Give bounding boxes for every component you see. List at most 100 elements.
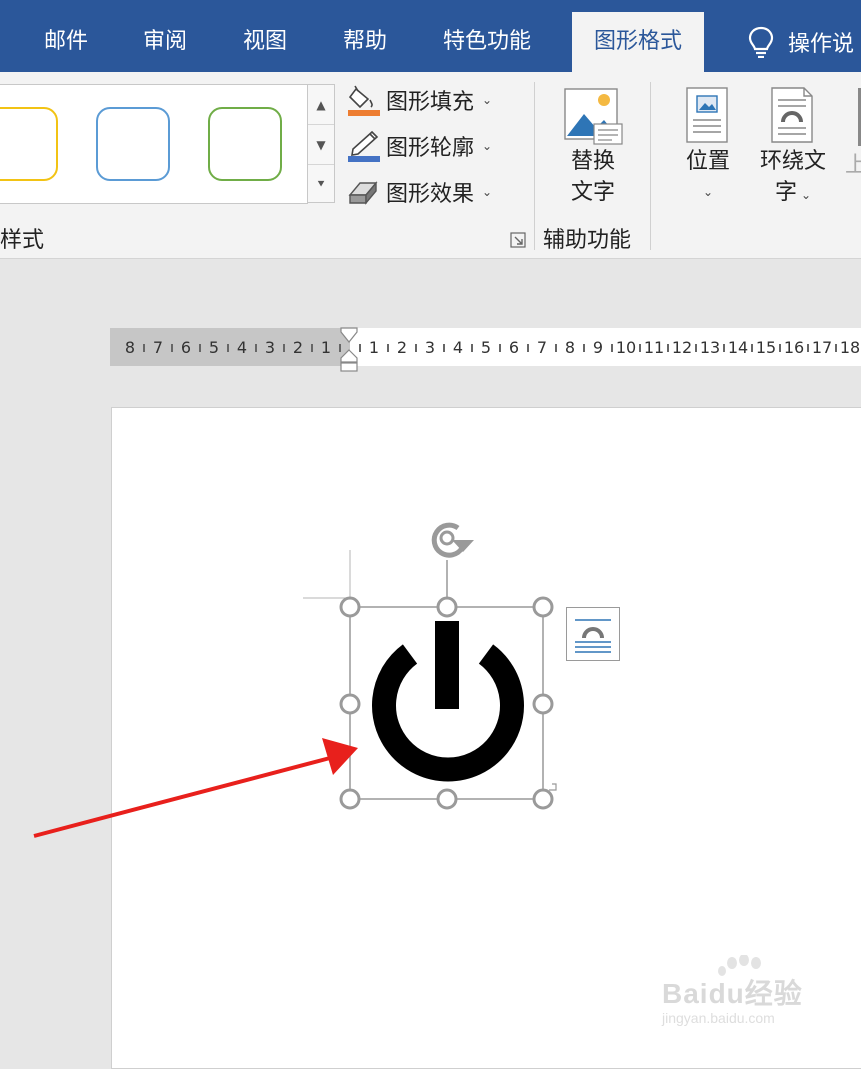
shape-style-swatch[interactable] <box>96 107 170 181</box>
resize-handle-left[interactable] <box>339 693 361 715</box>
ruler-number: 6 <box>180 338 192 357</box>
resize-handle-bottom[interactable] <box>436 788 458 810</box>
position-label: 位置 <box>685 149 730 174</box>
ruler-number: 12 <box>671 338 693 357</box>
ruler-number: 7 <box>536 338 548 357</box>
ruler-tick <box>835 344 837 352</box>
resize-handle-bottom-left[interactable] <box>339 788 361 810</box>
layout-options-icon[interactable] <box>566 607 620 661</box>
ruler-tick <box>611 344 613 352</box>
alt-text-icon <box>564 88 623 145</box>
ruler-number: 11 <box>643 338 665 357</box>
ruler-number: 3 <box>424 338 436 357</box>
ribbon-panel: ▲ ▼ ⯆ 图形填充 ⌄ 图形轮廓 ⌄ 图形效果 ⌄ 样式 替换 文字 辅助功能… <box>0 72 861 259</box>
alt-text-label-line2: 文字 <box>570 180 615 205</box>
resize-handle-top-left[interactable] <box>339 596 361 618</box>
shape-style-swatch[interactable] <box>208 107 282 181</box>
group-divider <box>534 82 535 250</box>
pen-outline-icon <box>348 130 380 162</box>
chevron-down-icon: ⌄ <box>482 93 493 107</box>
ruler-number: 1 <box>320 338 332 357</box>
resize-handle-top[interactable] <box>436 596 458 618</box>
ruler-number: 2 <box>396 338 408 357</box>
resize-handle-top-right[interactable] <box>532 596 554 618</box>
wrap-text-label-line2: 字 ⌄ <box>774 180 812 205</box>
ruler-tick <box>555 344 557 352</box>
tab-shape-format[interactable]: 图形格式 <box>572 0 705 72</box>
horizontal-ruler[interactable]: 8 7 6 5 4 3 2 1 1 2 3 4 5 6 7 8 9 10 11 12 13 14 15 16 17 18 <box>110 328 861 366</box>
chevron-down-icon: ⌄ <box>482 139 493 153</box>
ruler-number: 7 <box>152 338 164 357</box>
wrap-text-button[interactable]: 环绕文 字 ⌄ <box>756 86 830 211</box>
ruler-number: 9 <box>592 338 604 357</box>
ruler-tick <box>695 344 697 352</box>
indent-marker[interactable] <box>340 326 358 372</box>
gallery-scroll-down[interactable]: ▼ <box>308 125 334 165</box>
resize-handle-right[interactable] <box>532 693 554 715</box>
ruler-number: 4 <box>236 338 248 357</box>
ruler-number: 10 <box>615 338 637 357</box>
tab-special-features[interactable]: 特色功能 <box>443 0 531 72</box>
ruler-tick <box>807 344 809 352</box>
tab-mailings[interactable]: 邮件 <box>44 0 88 72</box>
ruler-tick <box>527 344 529 352</box>
ruler-number: 2 <box>292 338 304 357</box>
ruler-number: 15 <box>755 338 777 357</box>
shape-styles-gallery <box>0 84 308 204</box>
gallery-expand[interactable]: ⯆ <box>308 165 334 204</box>
ruler-number: 1 <box>368 338 380 357</box>
shape-effects-label: 图形效果 <box>386 182 475 207</box>
ruler-number: 18 <box>839 338 861 357</box>
wrap-text-icon <box>771 87 813 143</box>
shape-fill-label: 图形填充 <box>386 90 475 115</box>
tell-me-search[interactable]: 操作说 <box>748 26 854 58</box>
styles-group-label: 样式 <box>0 228 45 253</box>
gallery-scroll-up[interactable]: ▲ <box>308 85 334 125</box>
gallery-scroll: ▲ ▼ ⯆ <box>307 84 335 203</box>
lightbulb-icon <box>748 26 774 58</box>
resize-handle-bottom-right[interactable] <box>532 788 554 810</box>
paint-bucket-icon <box>348 85 380 116</box>
tab-help[interactable]: 帮助 <box>343 0 387 72</box>
alt-text-button[interactable]: 替换 文字 <box>558 86 628 208</box>
ruler-tick <box>667 344 669 352</box>
layout-options-glyph <box>575 619 611 653</box>
dialog-launcher-icon[interactable] <box>510 232 526 248</box>
watermark-brand: Baidu经验 <box>662 978 803 1009</box>
watermark-url: jingyan.baidu.com <box>662 1010 775 1026</box>
ruler-number: 16 <box>783 338 805 357</box>
ruler-number: 6 <box>508 338 520 357</box>
ruler-number: 17 <box>811 338 833 357</box>
wrap-text-label-line1: 环绕文 <box>759 149 826 174</box>
shape-fill-button[interactable]: 图形填充 ⌄ <box>346 82 492 118</box>
chevron-down-icon: ⌄ <box>702 185 714 199</box>
ruler-number: 5 <box>480 338 492 357</box>
bring-forward-button[interactable]: 上 <box>836 150 861 181</box>
shape-effects-button[interactable]: 图形效果 ⌄ <box>346 174 492 210</box>
shape-outline-label: 图形轮廓 <box>386 136 475 161</box>
ruler-number: 8 <box>124 338 136 357</box>
ruler-number: 4 <box>452 338 464 357</box>
position-button[interactable]: 位置 ⌄ <box>680 86 736 208</box>
alt-text-label-line1: 替换 <box>570 149 615 174</box>
ruler-tick <box>415 344 417 352</box>
ruler-tick <box>443 344 445 352</box>
ruler-tick <box>387 344 389 352</box>
ruler-tick <box>471 344 473 352</box>
tab-review[interactable]: 审阅 <box>143 0 187 72</box>
shape-style-swatch[interactable] <box>0 107 58 181</box>
shape-effects-icon <box>348 181 378 205</box>
ruler-number: 8 <box>564 338 576 357</box>
accessibility-group-label: 辅助功能 <box>543 228 632 253</box>
ruler-tick <box>583 344 585 352</box>
tab-view[interactable]: 视图 <box>243 0 287 72</box>
ruler-tick <box>723 344 725 352</box>
ribbon-tab-bar: 邮件 审阅 视图 帮助 特色功能 图形格式 操作说 <box>0 0 861 72</box>
ruler-tick <box>499 344 501 352</box>
chevron-down-icon: ⌄ <box>482 185 493 199</box>
ruler-tick <box>779 344 781 352</box>
ruler-number: 13 <box>699 338 721 357</box>
ruler-number: 3 <box>264 338 276 357</box>
position-icon <box>686 87 728 143</box>
shape-outline-button[interactable]: 图形轮廓 ⌄ <box>346 128 492 164</box>
